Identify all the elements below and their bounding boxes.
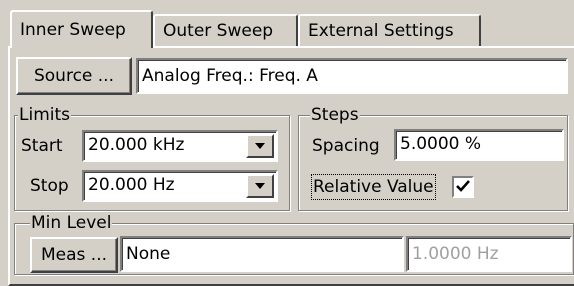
min-level-legend: Min Level	[30, 213, 113, 233]
meas-button-label: Meas ...	[40, 245, 108, 265]
spacing-field[interactable]: 5.0000 %	[394, 129, 564, 161]
steps-legend-text: Steps	[311, 105, 359, 125]
spacing-value: 5.0000 %	[400, 134, 482, 154]
start-value: 20.000 kHz	[88, 135, 185, 155]
min-level-disabled-field: 1.0000 Hz	[406, 236, 572, 272]
tab-label: External Settings	[308, 21, 454, 41]
relative-value-checkbox[interactable]	[452, 176, 474, 198]
spacing-label-text: Spacing	[312, 136, 380, 156]
relative-value-text: Relative Value	[313, 177, 434, 197]
stop-label: Stop	[30, 173, 69, 199]
steps-legend: Steps	[310, 106, 360, 124]
tab-outer-sweep[interactable]: Outer Sweep	[153, 14, 298, 46]
source-field[interactable]: Analog Freq.: Freq. A	[136, 58, 568, 94]
limits-legend-text: Limits	[19, 105, 70, 125]
min-level-value: None	[126, 244, 171, 264]
start-label: Start	[21, 133, 63, 159]
min-level-legend-text: Min Level	[31, 213, 112, 233]
meas-button[interactable]: Meas ...	[30, 237, 118, 273]
tab-label: Inner Sweep	[20, 20, 126, 40]
chevron-down-icon	[255, 183, 265, 189]
checkmark-icon	[456, 180, 470, 192]
min-level-disabled-value: 1.0000 Hz	[412, 244, 499, 264]
start-label-text: Start	[21, 136, 63, 156]
stop-dropdown-button[interactable]	[246, 174, 274, 198]
stop-label-text: Stop	[30, 176, 69, 196]
chevron-down-icon	[255, 143, 265, 149]
tab-inner-sweep[interactable]: Inner Sweep	[10, 10, 153, 48]
stop-value: 20.000 Hz	[88, 175, 175, 195]
source-button[interactable]: Source ...	[16, 57, 132, 95]
min-level-field[interactable]: None	[120, 236, 404, 272]
spacing-label: Spacing	[312, 133, 380, 159]
start-dropdown-button[interactable]	[246, 134, 274, 158]
tab-external-settings[interactable]: External Settings	[298, 14, 481, 46]
relative-value-label[interactable]: Relative Value	[311, 174, 436, 200]
source-value: Analog Freq.: Freq. A	[142, 66, 318, 86]
source-button-label: Source ...	[33, 66, 114, 86]
limits-legend: Limits	[18, 106, 71, 124]
tab-label: Outer Sweep	[163, 21, 274, 41]
